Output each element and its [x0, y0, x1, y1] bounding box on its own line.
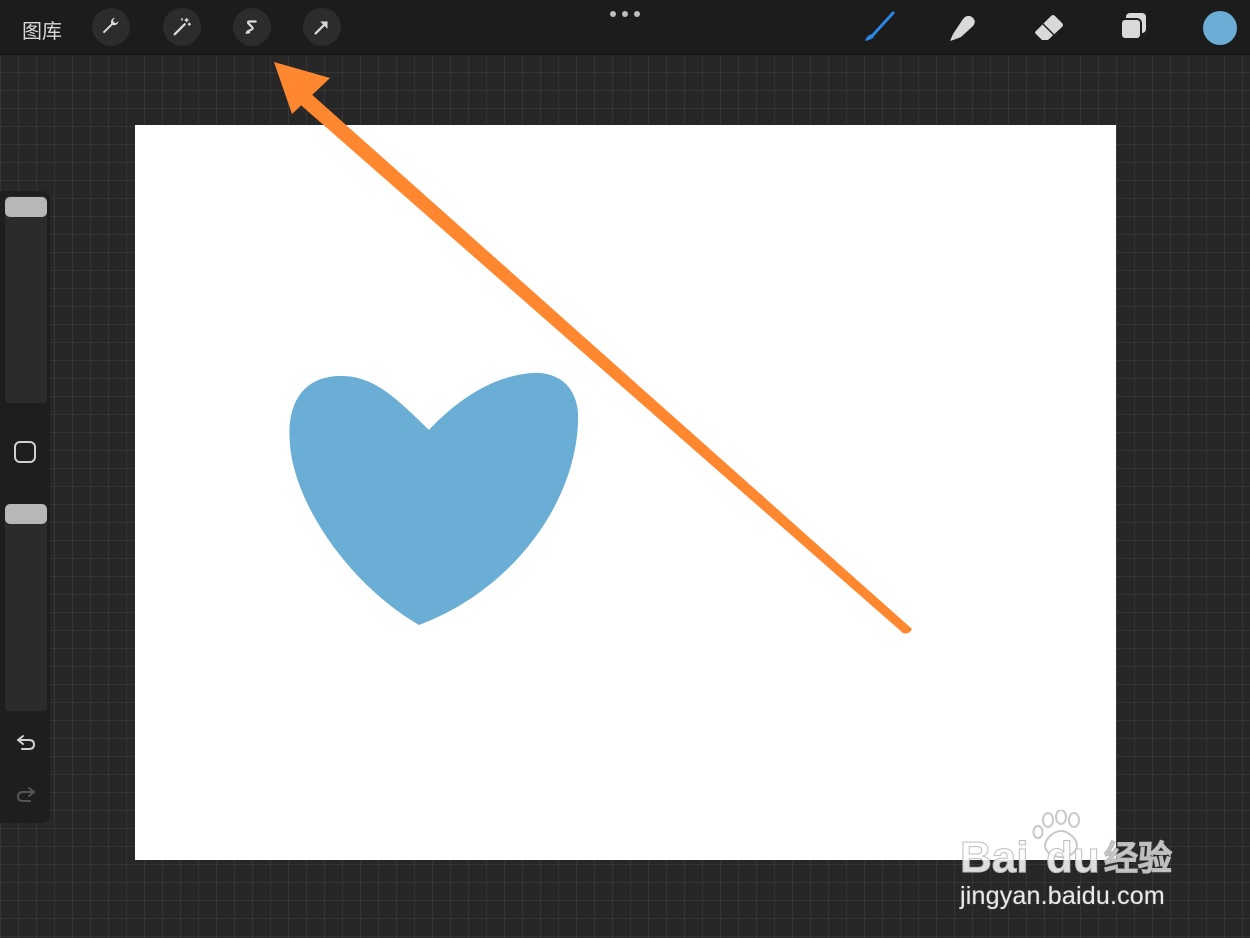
smudge-icon — [950, 15, 975, 41]
opacity-handle[interactable] — [5, 504, 47, 524]
eraser-tool-button[interactable] — [1030, 8, 1068, 46]
drawing-canvas[interactable] — [135, 125, 1116, 860]
dot-icon — [610, 11, 616, 17]
transform-arrow-icon — [314, 21, 328, 35]
redo-icon — [16, 787, 35, 802]
layers-button[interactable] — [1115, 8, 1153, 46]
arrow-head-icon — [274, 62, 330, 114]
magic-wand-icon — [173, 18, 191, 36]
left-sidebar — [0, 191, 50, 823]
canvas-artwork — [289, 372, 579, 625]
brush-size-slider[interactable] — [5, 196, 47, 403]
selection-icon — [245, 20, 257, 34]
undo-button[interactable] — [12, 727, 40, 755]
watermark-url: jingyan.baidu.com — [960, 882, 1165, 910]
selection-button[interactable] — [233, 8, 271, 46]
color-picker-button[interactable] — [1203, 11, 1237, 45]
paint-tool-button[interactable] — [860, 8, 898, 46]
actions-button[interactable] — [92, 8, 130, 46]
opacity-slider[interactable] — [5, 506, 47, 711]
brush-icon — [865, 11, 895, 41]
wrench-icon — [102, 17, 119, 34]
redo-button[interactable] — [12, 779, 40, 807]
layers-icon — [1120, 13, 1146, 40]
eraser-icon — [1035, 15, 1063, 40]
transform-button[interactable] — [303, 8, 341, 46]
dot-icon — [622, 11, 628, 17]
dot-icon — [634, 11, 640, 17]
modify-button[interactable] — [14, 441, 36, 463]
gallery-button[interactable]: 图库 — [22, 15, 62, 44]
adjustments-button[interactable] — [163, 8, 201, 46]
more-options-button[interactable] — [610, 6, 640, 22]
heart-shape — [289, 372, 579, 625]
smudge-tool-button[interactable] — [945, 8, 983, 46]
brush-size-handle[interactable] — [5, 197, 47, 217]
undo-icon — [17, 735, 36, 750]
top-toolbar: 图库 — [0, 0, 1250, 55]
